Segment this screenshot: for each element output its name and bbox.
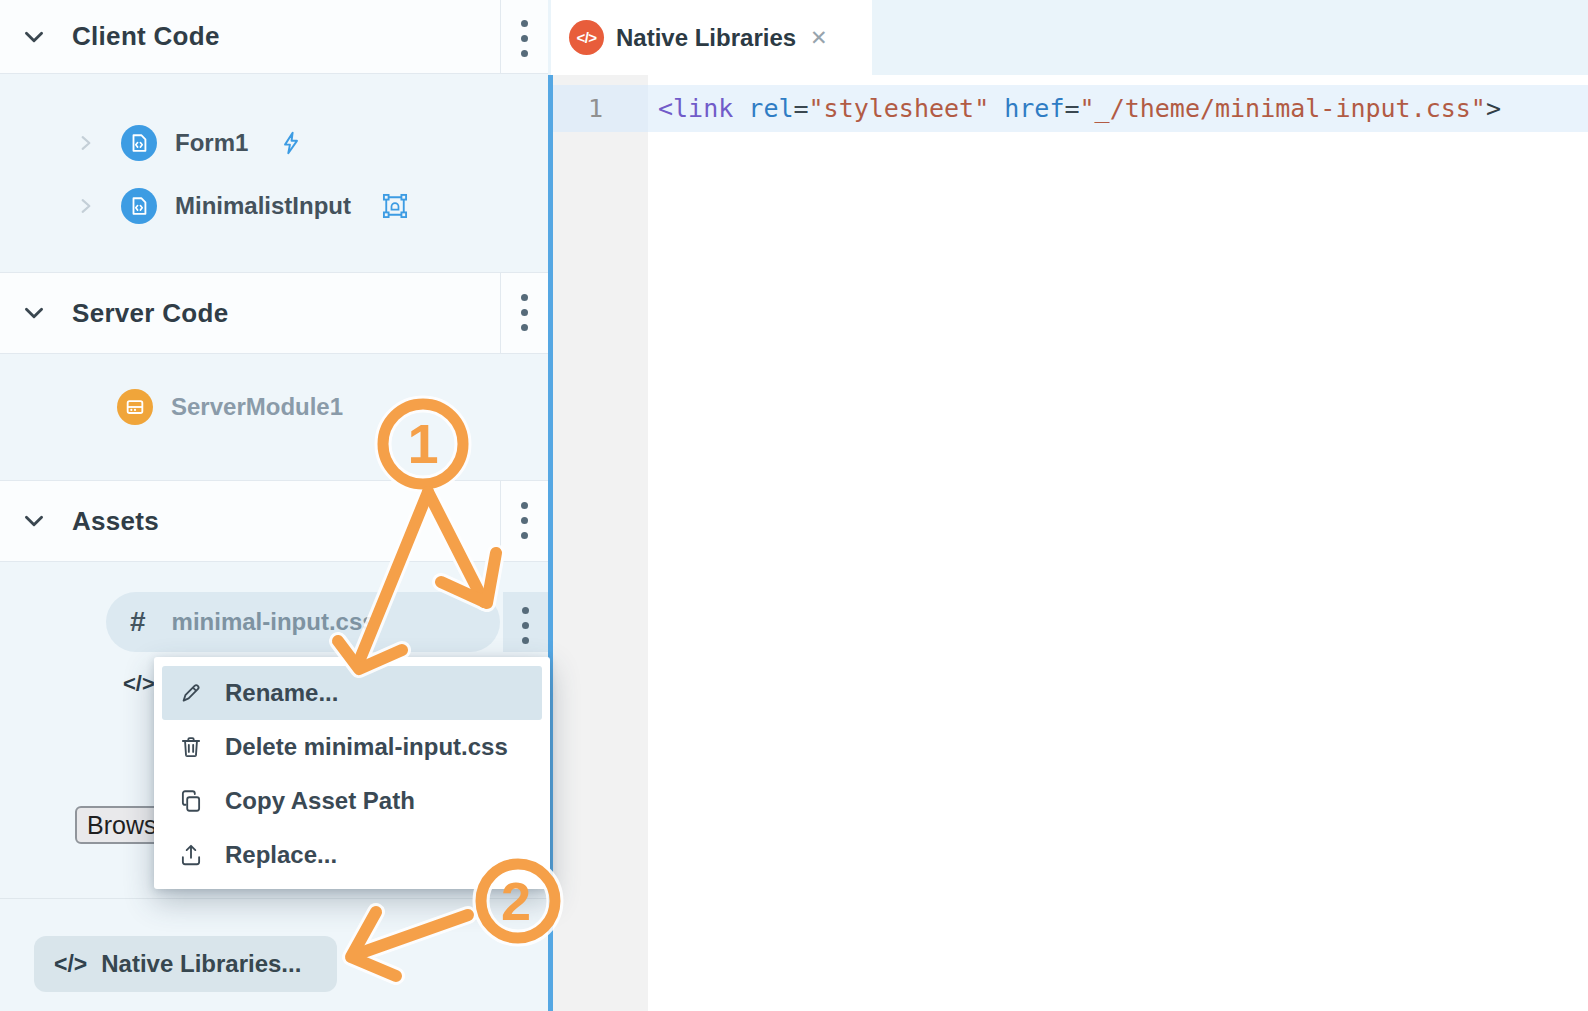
menu-item-label: Replace... (225, 841, 337, 869)
code-icon: </> (54, 951, 87, 978)
assets-menu-button[interactable] (513, 502, 535, 539)
form-icon (121, 188, 157, 224)
section-title: Server Code (72, 298, 228, 329)
asset-label: minimal-input.css (172, 608, 376, 636)
native-libraries-label: Native Libraries... (101, 950, 301, 978)
close-icon[interactable]: ✕ (810, 27, 828, 48)
css-asset-icon: # (130, 606, 146, 638)
sidebar-item-form1[interactable]: Form1 (0, 119, 548, 167)
form-icon (121, 125, 157, 161)
code-icon: </> (123, 671, 155, 697)
divider (0, 898, 548, 899)
upload-icon (178, 842, 204, 868)
sidebar-item-servermodule1[interactable]: ServerModule1 (0, 383, 548, 431)
native-libraries-tab-icon: </> (569, 20, 604, 55)
chevron-down-icon (21, 508, 47, 534)
client-code-menu-button[interactable] (513, 20, 535, 57)
trash-icon (178, 734, 204, 760)
section-title: Client Code (72, 21, 220, 52)
menu-item-label: Copy Asset Path (225, 787, 415, 815)
item-label: Form1 (175, 129, 248, 157)
menu-item-label: Delete minimal-input.css (225, 733, 508, 761)
asset-menu-button[interactable] (503, 592, 548, 652)
kebab-icon (514, 607, 536, 644)
pencil-icon (178, 680, 204, 706)
section-header-assets[interactable]: Assets (0, 480, 548, 562)
tab-native-libraries[interactable]: </> Native Libraries ✕ (551, 0, 872, 75)
menu-item-replace[interactable]: Replace... (162, 828, 542, 882)
asset-item-minimal-input-css[interactable]: # minimal-input.css (106, 592, 500, 652)
context-menu: Rename... Delete minimal-input.css Copy … (154, 657, 550, 889)
line-number: 1 (553, 85, 603, 132)
lightning-icon (278, 130, 304, 156)
section-header-client-code[interactable]: Client Code (0, 0, 548, 74)
section-title: Assets (72, 506, 159, 537)
menu-item-label: Rename... (225, 679, 338, 707)
chevron-right-icon (76, 133, 96, 153)
section-header-server-code[interactable]: Server Code (0, 272, 548, 354)
component-icon (381, 192, 409, 220)
divider (500, 273, 501, 353)
item-label: ServerModule1 (171, 393, 343, 421)
browse-button-label: Brows (87, 811, 156, 840)
chevron-down-icon (21, 300, 47, 326)
chevron-right-icon (76, 196, 96, 216)
sidebar-item-minimalistinput[interactable]: MinimalistInput (0, 182, 548, 230)
item-label: MinimalistInput (175, 192, 351, 220)
divider (500, 481, 501, 561)
menu-item-copy-asset-path[interactable]: Copy Asset Path (162, 774, 542, 828)
server-module-icon (117, 389, 153, 425)
editor-gutter (553, 75, 648, 1011)
copy-icon (178, 788, 204, 814)
divider (500, 0, 501, 73)
tab-label: Native Libraries (616, 24, 796, 52)
chevron-down-icon (21, 24, 47, 50)
menu-item-rename[interactable]: Rename... (162, 666, 542, 720)
native-libraries-button[interactable]: </> Native Libraries... (34, 936, 337, 992)
server-code-menu-button[interactable] (513, 294, 535, 331)
code-line[interactable]: <link rel="stylesheet" href="_/theme/min… (658, 85, 1501, 132)
code-editor[interactable] (648, 75, 1588, 1011)
menu-item-delete[interactable]: Delete minimal-input.css (162, 720, 542, 774)
